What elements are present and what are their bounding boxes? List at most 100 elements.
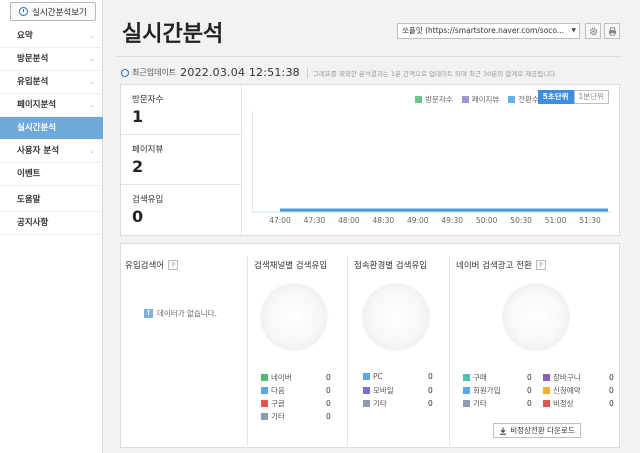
legend-label: 신청예약 <box>553 386 581 395</box>
sidebar-item-inflow[interactable]: 유입분석 ⌄ <box>0 71 103 94</box>
sidebar-item-label: 방문분석 <box>17 54 49 64</box>
legend-row: 구매 0 <box>463 372 532 383</box>
sidebar-item-help[interactable]: 도움말 <box>0 189 103 212</box>
legend-row: PC 0 <box>363 372 433 381</box>
divider <box>306 67 308 78</box>
x-tick-label: 51:30 <box>579 216 601 225</box>
sidebar-item-visit[interactable]: 방문분석 ⌄ <box>0 48 103 71</box>
chevron-down-icon: ⌄ <box>89 32 95 40</box>
legend-label: 네이버 <box>271 373 292 382</box>
sidebar-item-realtime[interactable]: 실시간분석 <box>0 117 103 140</box>
sidebar-item-label: 이벤트 <box>17 169 41 179</box>
chevron-down-icon: ⌄ <box>89 147 95 155</box>
legend-count: 0 <box>428 399 433 408</box>
sidebar-item-label: 요약 <box>17 31 33 41</box>
panel-title-ad: 네이버 검색광고 전환 ? <box>456 259 546 271</box>
stat-search-inflow[interactable]: 검색유입 0 <box>121 185 242 235</box>
legend-label: 회원가입 <box>473 386 501 395</box>
legend-swatch <box>463 387 470 394</box>
update-note: 그래프를 제외한 분석결과는 1분 간격으로 업데이트 되며 최근 30분의 합… <box>312 69 558 78</box>
legend-row: 모바일 0 <box>363 385 433 396</box>
legend-count: 0 <box>527 386 532 395</box>
realtime-stats-panel: 방문자수 1 페이지뷰 2 검색유입 0 방문자수 페이지뷰 전환수 5초단위 … <box>120 84 620 236</box>
sidebar-item-label: 사용자 분석 <box>17 146 60 156</box>
analysis-panels: 유입검색어 ? ! 데이터가 없습니다. 검색채널별 검색유입 네이버 0 다음 0… <box>120 243 620 448</box>
clock-icon <box>19 7 29 16</box>
site-select[interactable]: 쏘플잇 (https://smartstore.naver.com/soco..… <box>397 23 580 39</box>
update-time: 2022.03.04 12:51:38 <box>180 66 300 79</box>
panel-title: 유입검색어 <box>125 261 165 271</box>
legend-swatch <box>543 400 550 407</box>
x-tick-label: 47:30 <box>304 216 326 225</box>
chart-legend: 방문자수 페이지뷰 전환수 <box>406 94 539 105</box>
column-divider <box>247 256 248 446</box>
print-button[interactable] <box>604 23 620 39</box>
sidebar-item-label: 공지사항 <box>17 218 49 228</box>
legend-count: 0 <box>428 372 433 381</box>
panel-title: 검색채널별 검색유입 <box>254 261 328 271</box>
legend-count: 0 <box>326 386 331 395</box>
download-icon <box>500 427 507 435</box>
legend-label: 비정상 <box>553 399 574 408</box>
chevron-down-icon: ⌄ <box>89 78 95 86</box>
legend-visitors[interactable]: 방문자수 <box>415 94 453 105</box>
sidebar-item-notice[interactable]: 공지사항 <box>0 212 103 235</box>
x-tick-label: 51:00 <box>545 216 567 225</box>
legend-label: 구글 <box>271 399 285 408</box>
clock-icon <box>121 68 129 77</box>
legend-swatch <box>261 387 268 394</box>
legend-pageviews[interactable]: 페이지뷰 <box>461 94 499 105</box>
legend-row: 비정상 0 <box>543 398 614 409</box>
legend-row: 다음 0 <box>261 385 331 396</box>
panel-title: 접속환경별 검색유입 <box>354 261 428 271</box>
legend-swatch <box>363 387 370 394</box>
legend-swatch <box>543 387 550 394</box>
legend-label: 장바구니 <box>553 373 581 382</box>
pie-chart-ad <box>503 284 569 350</box>
download-label: 비정상전환 다운로드 <box>510 426 575 435</box>
x-tick-label: 49:30 <box>441 216 463 225</box>
toggle-1min[interactable]: 1분단위 <box>573 90 609 104</box>
no-data-message: ! 데이터가 없습니다. <box>144 308 217 319</box>
sidebar-item-event[interactable]: 이벤트 <box>0 163 103 186</box>
legend-conversions[interactable]: 전환수 <box>508 94 539 105</box>
legend-swatch <box>463 374 470 381</box>
legend-count: 0 <box>326 373 331 382</box>
sidebar-item-page[interactable]: 페이지분석 ⌄ <box>0 94 103 117</box>
realtime-view-label: 실시간분석보기 <box>32 7 87 18</box>
info-icon: ! <box>144 309 153 318</box>
help-icon[interactable]: ? <box>168 260 179 270</box>
stat-visitors[interactable]: 방문자수 1 <box>121 85 242 135</box>
column-divider <box>449 256 450 446</box>
legend-count: 0 <box>326 399 331 408</box>
sidebar-item-label: 도움말 <box>17 195 41 205</box>
sidebar-item-user[interactable]: 사용자 분석 ⌄ <box>0 140 103 163</box>
sidebar: 실시간분석보기 요약 ⌄ 방문분석 ⌄ 유입분석 ⌄ 페이지분석 ⌄ 실시간분석 사용자… <box>0 0 103 453</box>
legend-row: 장바구니 0 <box>543 372 614 383</box>
sidebar-item-label: 유입분석 <box>17 77 49 87</box>
stat-value: 0 <box>132 207 144 226</box>
pie-chart-search-channel <box>261 284 327 350</box>
legend-count: 0 <box>609 386 614 395</box>
sidebar-item-label: 실시간분석 <box>17 123 57 133</box>
toggle-5sec[interactable]: 5초단위 <box>537 90 574 104</box>
x-tick-label: 48:30 <box>373 216 395 225</box>
panel-title-search-keyword: 유입검색어 ? <box>125 259 179 271</box>
legend-row: 신청예약 0 <box>543 385 614 396</box>
legend-label: 모바일 <box>373 386 394 395</box>
legend-swatch <box>508 96 516 103</box>
sidebar-item-summary[interactable]: 요약 ⌄ <box>0 25 103 48</box>
realtime-view-button[interactable]: 실시간분석보기 <box>10 2 96 21</box>
update-row: 최근업데이트 2022.03.04 12:51:38 그래프를 제외한 분석결과… <box>121 66 557 79</box>
x-tick-label: 48:00 <box>338 216 360 225</box>
panel-title-search-channel: 검색채널별 검색유입 <box>254 259 327 271</box>
stat-pageviews[interactable]: 페이지뷰 2 <box>121 135 242 185</box>
legend-count: 0 <box>527 399 532 408</box>
printer-icon <box>608 26 616 35</box>
no-data-text: 데이터가 없습니다. <box>157 309 217 318</box>
abnormal-conversion-download-button[interactable]: 비정상전환 다운로드 <box>493 423 581 438</box>
legend-count: 0 <box>609 373 614 382</box>
settings-button[interactable] <box>585 23 601 39</box>
help-icon[interactable]: ? <box>535 260 546 270</box>
legend-row: 기타 0 <box>363 398 433 409</box>
